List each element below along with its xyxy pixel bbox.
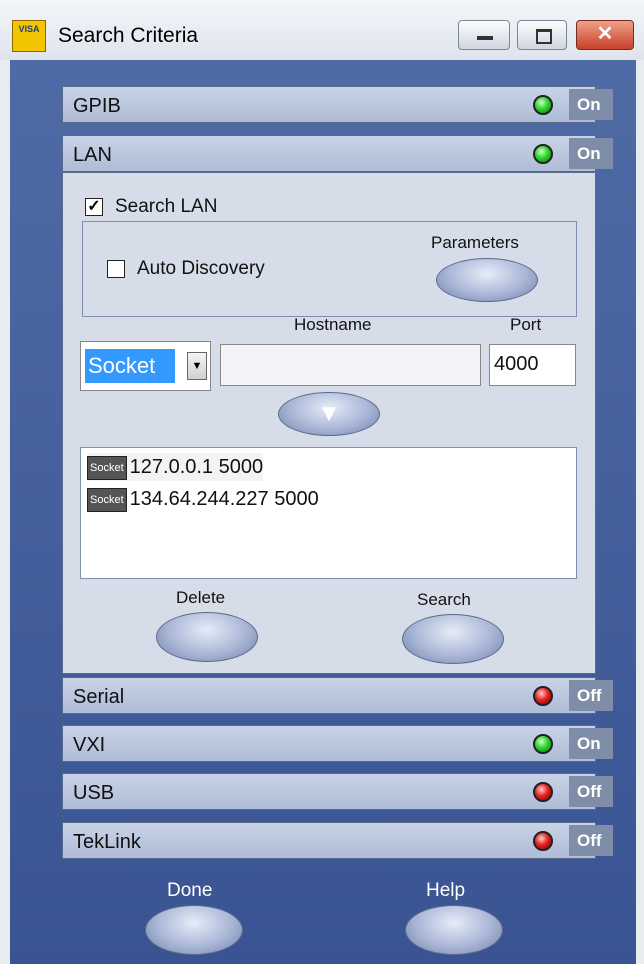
section-usb[interactable]: USB Off (62, 773, 613, 810)
list-item[interactable]: Socket 134.64.244.227 5000 (87, 485, 319, 513)
socket-tag: Socket (87, 455, 127, 480)
search-lan-checkbox[interactable]: ✓ (85, 198, 103, 216)
add-to-list-button[interactable]: ▼ (278, 392, 380, 436)
hostname-label: Hostname (294, 315, 372, 334)
hostname-input[interactable] (220, 344, 481, 386)
protocol-selected-value: Socket (85, 349, 175, 383)
section-state: Off (569, 825, 613, 856)
section-state: On (569, 138, 613, 169)
list-item-text: 134.64.244.227 5000 (129, 488, 319, 510)
parameters-label: Parameters (431, 233, 519, 252)
section-label: Serial (73, 686, 125, 708)
status-led-icon (533, 686, 553, 706)
section-teklink[interactable]: TekLink Off (62, 822, 613, 859)
search-lan-label: Search LAN (115, 196, 218, 217)
section-lan[interactable]: LAN On (62, 135, 613, 172)
section-label: VXI (73, 734, 106, 756)
search-button[interactable] (402, 614, 504, 664)
section-state: On (569, 728, 613, 759)
auto-discovery-label: Auto Discovery (137, 258, 265, 279)
help-label: Help (426, 880, 466, 901)
section-label: LAN (73, 144, 112, 166)
minimize-button[interactable] (458, 20, 510, 50)
maximize-button[interactable] (517, 20, 567, 50)
section-vxi[interactable]: VXI On (62, 725, 613, 762)
down-arrow-icon: ▼ (317, 400, 341, 427)
section-gpib[interactable]: GPIB On (62, 86, 613, 123)
delete-label: Delete (176, 588, 226, 607)
port-input[interactable]: 4000 (489, 344, 576, 386)
maximize-icon (536, 29, 552, 44)
window-left-border (0, 60, 10, 964)
help-button[interactable] (405, 905, 503, 955)
section-state: On (569, 89, 613, 120)
visa-app-icon: VISA (12, 20, 46, 52)
status-led-icon (533, 144, 553, 164)
section-serial[interactable]: Serial Off (62, 677, 613, 714)
search-criteria-window: VISA Search Criteria ✕ GPIB On LAN On ✓ … (0, 0, 644, 964)
discovery-group: Auto Discovery Parameters (82, 221, 577, 317)
section-label: GPIB (73, 95, 121, 117)
status-led-icon (533, 734, 553, 754)
socket-tag: Socket (87, 487, 127, 512)
auto-discovery-checkbox[interactable] (107, 260, 125, 278)
section-label: TekLink (73, 831, 141, 853)
resource-list[interactable]: Socket 127.0.0.1 5000 Socket 134.64.244.22… (80, 447, 577, 579)
delete-button[interactable] (156, 612, 258, 662)
status-led-icon (533, 95, 553, 115)
section-label: USB (73, 782, 115, 804)
window-title: Search Criteria (58, 24, 199, 47)
list-item[interactable]: Socket 127.0.0.1 5000 (87, 453, 264, 481)
port-label: Port (510, 315, 542, 334)
status-led-icon (533, 831, 553, 851)
section-state: Off (569, 680, 613, 711)
close-icon: ✕ (596, 23, 614, 45)
status-led-icon (533, 782, 553, 802)
dropdown-arrow-icon[interactable]: ▼ (187, 352, 207, 380)
section-state: Off (569, 776, 613, 807)
done-label: Done (167, 880, 213, 901)
window-right-border (636, 60, 644, 964)
done-button[interactable] (145, 905, 243, 955)
protocol-dropdown[interactable]: Socket ▼ (80, 341, 211, 391)
minimize-icon (477, 36, 493, 40)
search-label: Search (417, 590, 471, 609)
parameters-button[interactable] (436, 258, 538, 302)
close-button[interactable]: ✕ (576, 20, 634, 50)
list-item-text: 127.0.0.1 5000 (129, 456, 264, 478)
title-bar: VISA Search Criteria ✕ (0, 0, 644, 61)
